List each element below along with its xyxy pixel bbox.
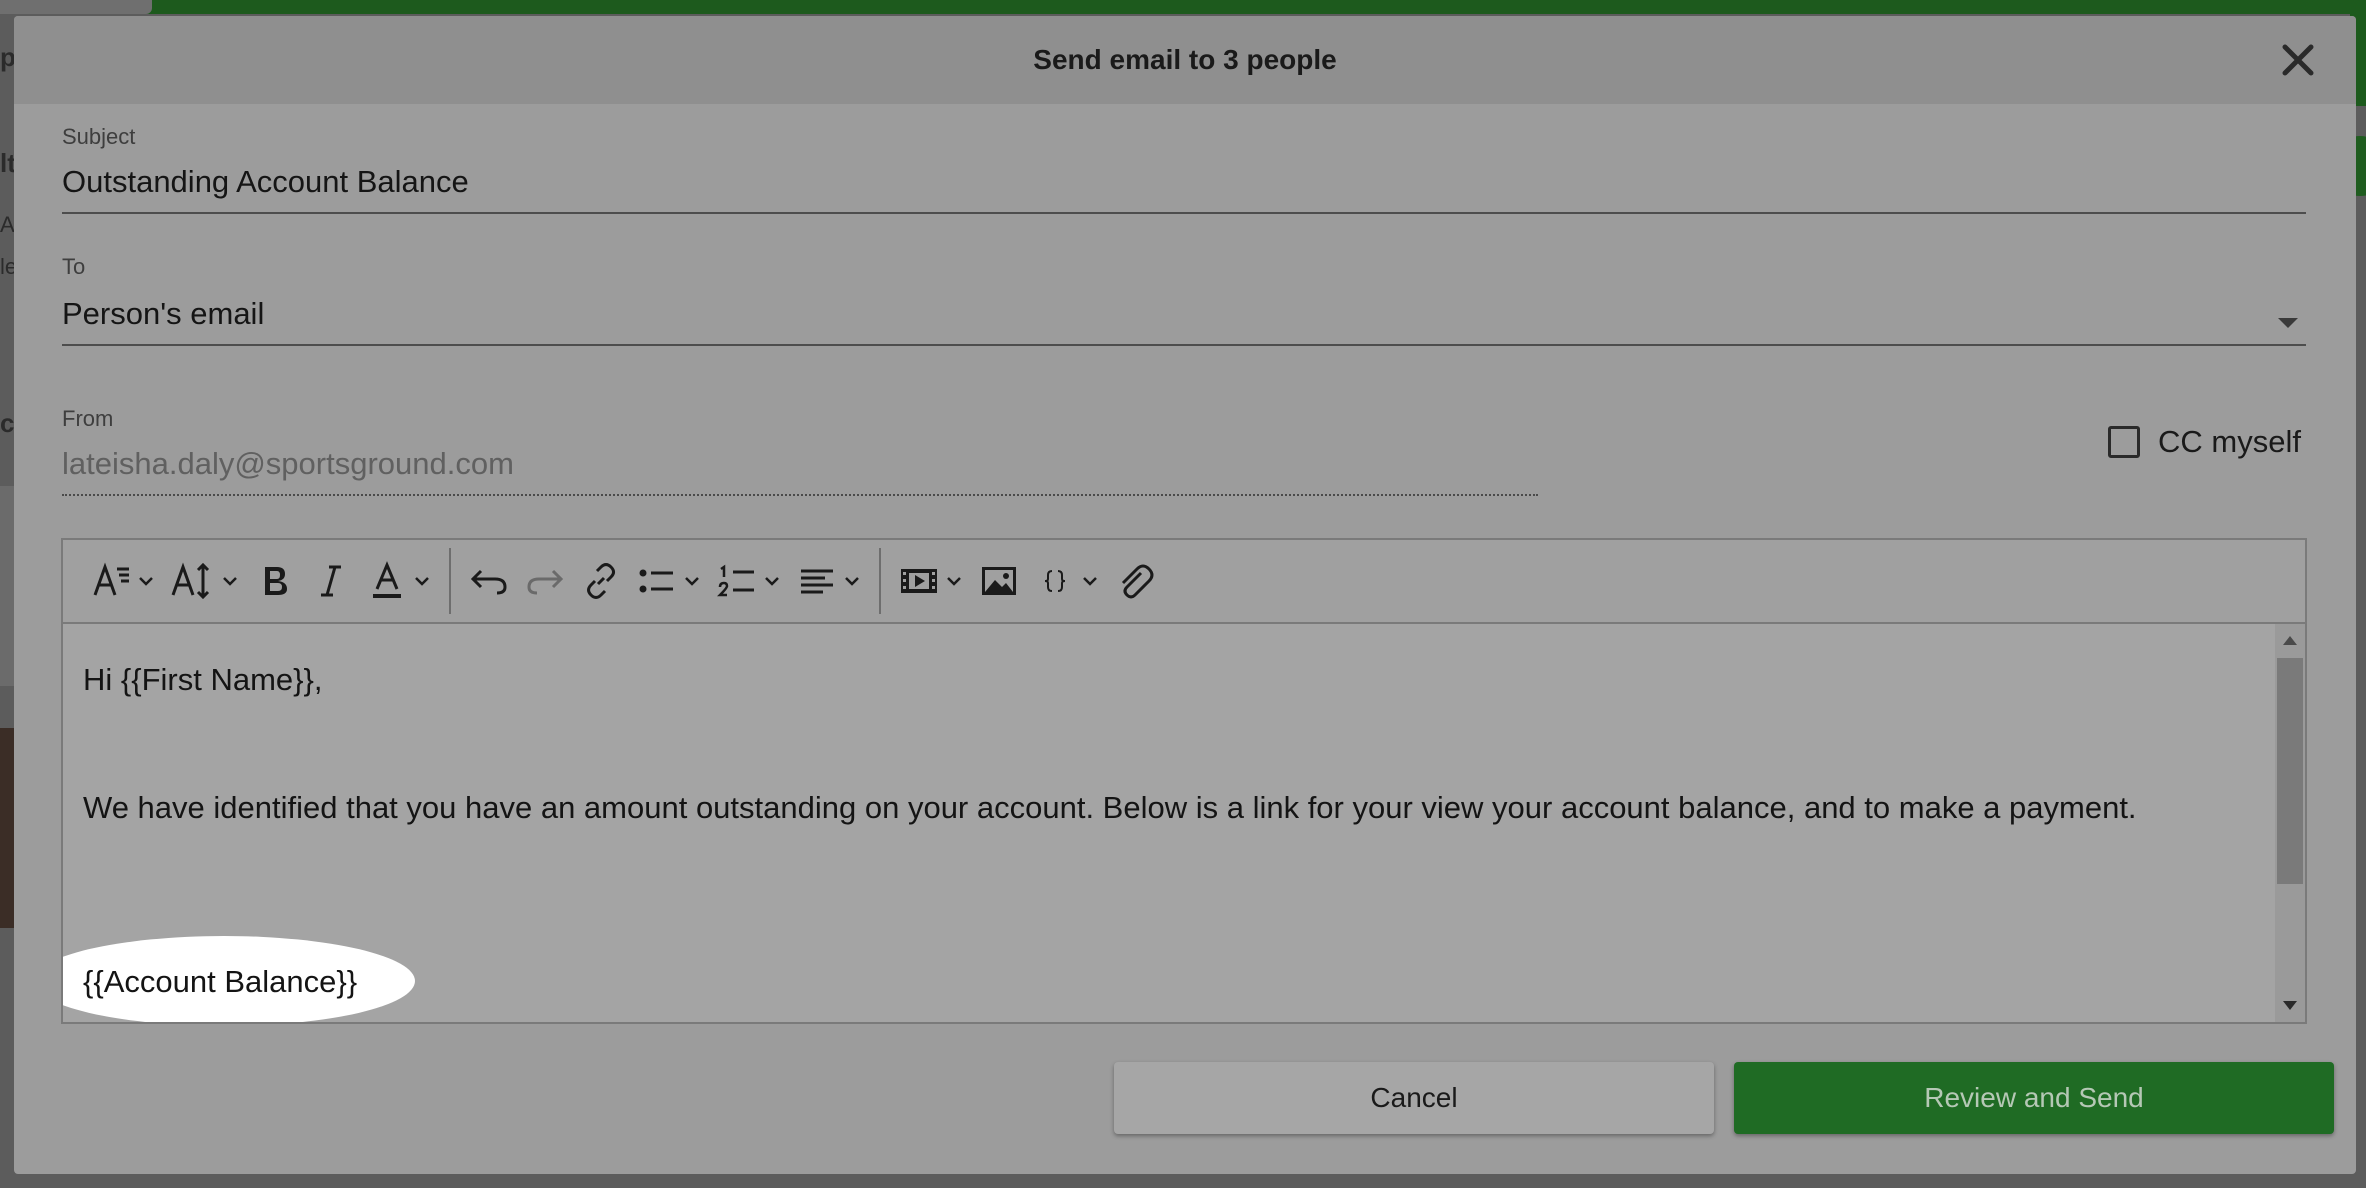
- redo-icon: [527, 569, 564, 595]
- chevron-down-icon: [223, 577, 237, 586]
- video-button[interactable]: [891, 551, 971, 611]
- background-text: lt: [0, 148, 14, 178]
- editor-scrollbar[interactable]: [2275, 624, 2305, 1022]
- scroll-up-icon[interactable]: [2283, 636, 2297, 645]
- text-color-button[interactable]: [359, 551, 439, 611]
- close-button[interactable]: [2276, 38, 2320, 82]
- chevron-down-icon: [1083, 577, 1097, 586]
- background-text: c: [0, 408, 14, 438]
- image-icon: [982, 567, 1016, 595]
- account-balance-field[interactable]: {{Account Balance}}: [83, 964, 357, 1000]
- from-label: From: [62, 406, 114, 431]
- attachment-button[interactable]: [1107, 551, 1163, 611]
- to-label: To: [62, 254, 86, 279]
- toolbar-divider: [449, 548, 451, 614]
- chevron-down-icon: [845, 577, 859, 586]
- merge-field-icon: [1044, 570, 1066, 592]
- align-button[interactable]: [789, 551, 869, 611]
- editor-toolbar: [61, 538, 2307, 624]
- merge-field-button[interactable]: [1027, 551, 1107, 611]
- toolbar-divider: [879, 548, 881, 614]
- modal-header: Send email to 3 people: [14, 16, 2356, 104]
- chevron-down-icon[interactable]: [2278, 318, 2298, 328]
- undo-icon: [470, 569, 507, 595]
- subject-label: Subject: [62, 124, 136, 149]
- bullet-list-icon: [639, 569, 673, 593]
- font-family-icon: [93, 562, 129, 596]
- body-paragraph[interactable]: We have identified that you have an amou…: [83, 790, 2137, 826]
- bold-button[interactable]: [247, 551, 303, 611]
- review-and-send-button[interactable]: Review and Send: [1734, 1062, 2334, 1134]
- background-text: le: [0, 254, 14, 279]
- link-button[interactable]: [573, 551, 629, 611]
- link-icon: [587, 563, 615, 599]
- cancel-button[interactable]: Cancel: [1114, 1062, 1714, 1134]
- scroll-thumb[interactable]: [2277, 658, 2303, 884]
- background-text: p: [0, 42, 14, 72]
- background-photo: [0, 728, 14, 928]
- numbered-list-button[interactable]: [709, 551, 789, 611]
- send-email-modal: Send email to 3 people Subject Outstandi…: [14, 16, 2356, 1174]
- scroll-down-icon[interactable]: [2283, 1001, 2297, 1010]
- text-color-icon: [373, 561, 401, 598]
- font-size-icon: [171, 562, 210, 600]
- numbered-list-icon: [717, 564, 754, 597]
- background-tab: [0, 0, 152, 14]
- italic-button[interactable]: [303, 551, 359, 611]
- chevron-down-icon: [685, 577, 699, 586]
- undo-button[interactable]: [461, 551, 517, 611]
- chevron-down-icon: [139, 577, 153, 586]
- greeting-text[interactable]: Hi {{First Name}},: [83, 662, 322, 698]
- chevron-down-icon: [415, 577, 429, 586]
- checkbox-icon[interactable]: [2108, 426, 2140, 458]
- font-size-button[interactable]: [163, 551, 247, 611]
- attachment-icon: [1121, 564, 1154, 599]
- cc-myself-label: CC myself: [2158, 424, 2301, 459]
- background-panel: [0, 486, 14, 686]
- subject-underline: [62, 212, 2306, 214]
- email-body-editor[interactable]: Hi {{First Name}}, We have identified th…: [61, 622, 2307, 1024]
- close-icon: [2282, 44, 2314, 76]
- subject-input[interactable]: Outstanding Account Balance: [62, 164, 469, 200]
- from-underline: [62, 494, 1538, 496]
- image-button[interactable]: [971, 551, 1027, 611]
- font-family-button[interactable]: [83, 551, 163, 611]
- video-icon: [901, 569, 937, 593]
- bullet-list-button[interactable]: [629, 551, 709, 611]
- redo-button[interactable]: [517, 551, 573, 611]
- background-top-bar: [0, 0, 2366, 14]
- from-field: lateisha.daly@sportsground.com: [62, 446, 514, 481]
- align-icon: [801, 569, 833, 594]
- chevron-down-icon: [765, 577, 779, 586]
- bold-icon: [265, 567, 287, 595]
- modal-title: Send email to 3 people: [1033, 44, 1337, 75]
- italic-icon: [321, 565, 341, 597]
- chevron-down-icon: [947, 577, 961, 586]
- to-select[interactable]: Person's email: [62, 296, 264, 332]
- cc-myself-checkbox[interactable]: CC myself: [2108, 424, 2301, 460]
- to-underline: [62, 344, 2306, 346]
- background-text: A: [0, 212, 14, 237]
